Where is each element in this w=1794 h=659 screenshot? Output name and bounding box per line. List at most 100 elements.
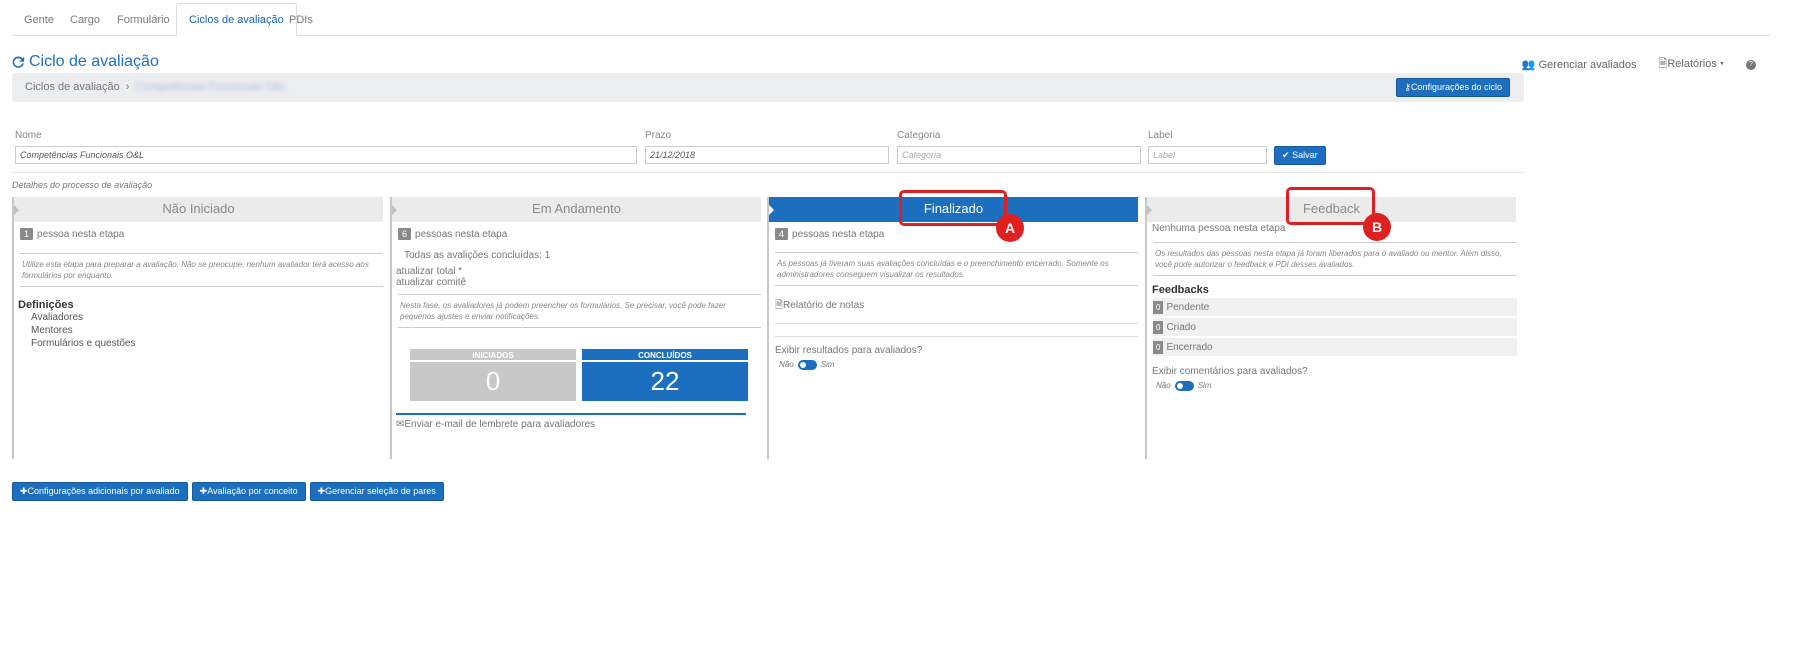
caret-down-icon: ▾ (1719, 58, 1724, 70)
toggle-no-label: Não (1156, 381, 1171, 391)
divider (12, 172, 1524, 173)
tab-pdis[interactable]: PDIs (277, 5, 325, 36)
stage-title: Em Andamento (532, 201, 621, 216)
count-badge: 6 (398, 228, 412, 240)
stage-count-row: 1 pessoa nesta etapa (20, 228, 383, 240)
categoria-label: Categoria (897, 130, 941, 141)
count-badge: 4 (775, 228, 789, 240)
feedback-row-criado[interactable]: 0 Criado (1153, 318, 1517, 336)
reports-dropdown[interactable]: 🗎Relatórios ▾ (1658, 55, 1724, 74)
definition-avaliadores[interactable]: Avaliadores (31, 311, 383, 324)
nome-label: Nome (15, 130, 42, 141)
nome-input[interactable] (15, 146, 637, 164)
toggle-yes-label: Sim (820, 360, 835, 370)
feedback-count: 0 (1153, 300, 1164, 314)
file-icon: 🗎 (775, 300, 784, 311)
check-icon: ✔ (1282, 150, 1290, 160)
label-label: Label (1148, 130, 1173, 141)
tab-cargo[interactable]: Cargo (58, 5, 112, 36)
feedback-count: 0 (1153, 340, 1164, 354)
users-icon: 👥 (1521, 59, 1536, 71)
tab-formulario[interactable]: Formulário (105, 5, 182, 36)
prazo-label: Prazo (645, 130, 672, 141)
count-text: pessoas nesta etapa (415, 228, 508, 240)
breadcrumb-bar: Ciclos de avaliação › Competências Funci… (12, 73, 1524, 102)
button-label: Avaliação por conceito (207, 486, 298, 496)
categoria-input[interactable] (897, 146, 1141, 164)
top-tabs: Gente Cargo Formulário Ciclos de avaliaç… (12, 3, 1770, 36)
save-label: Salvar (1292, 150, 1318, 160)
started-value: 0 (485, 366, 501, 396)
stage-count-row: 6 pessoas nesta etapa (398, 228, 761, 240)
button-label: Gerenciar seleção de pares (325, 486, 436, 496)
show-comments-label: Exibir comentários para avaliados? (1152, 366, 1308, 377)
prazo-input[interactable] (645, 146, 889, 164)
stage-header-em-andamento[interactable]: Em Andamento (392, 197, 761, 222)
manage-evaluated-button[interactable]: 👥 Gerenciar avaliados (1522, 58, 1637, 71)
manage-evaluated-label: Gerenciar avaliados (1538, 59, 1637, 71)
label-input[interactable] (1148, 146, 1267, 164)
stage-nao-iniciado: Não Iniciado 1 pessoa nesta etapa Utiliz… (12, 197, 383, 459)
feedback-row-encerrado[interactable]: 0 Encerrado (1153, 338, 1517, 356)
annotation-marker-a: A (996, 214, 1024, 242)
toggle-yes-label: Sim (1197, 381, 1212, 391)
done-label: CONCLUÍDOS (582, 349, 748, 362)
refresh-icon (12, 56, 25, 68)
done-stat: CONCLUÍDOS 22 (582, 349, 748, 401)
count-text: pessoa nesta etapa (37, 228, 125, 240)
page-title: Ciclo de avaliação (12, 53, 159, 71)
show-comments-toggle[interactable] (1174, 381, 1194, 391)
started-stat: INICIADOS 0 (410, 349, 576, 401)
reports-label: Relatórios (1667, 58, 1717, 70)
started-label: INICIADOS (410, 349, 576, 362)
divider (396, 413, 746, 415)
definition-mentores[interactable]: Mentores (31, 324, 383, 337)
show-results-label: Exibir resultados para avaliados? (775, 336, 1138, 356)
stage-count-row: 4 pessoas nesta etapa (775, 228, 1138, 240)
stage-header-nao-iniciado[interactable]: Não Iniciado (14, 197, 383, 222)
annotation-box-b (1286, 187, 1375, 225)
concept-evaluation-button[interactable]: ✚Avaliação por conceito (191, 482, 306, 501)
count-text: pessoas nesta etapa (792, 228, 885, 240)
show-results-toggle[interactable] (797, 360, 817, 370)
stage-feedback: Feedback Nenhuma pessoa nesta etapa Os r… (1145, 197, 1517, 459)
stage-help: As pessoas já tiveram suas avaliações co… (775, 252, 1138, 286)
file-icon: 🗎 (1658, 58, 1668, 70)
feedback-count: 0 (1153, 320, 1164, 334)
breadcrumb: Ciclos de avaliação › Competências Funci… (25, 81, 287, 93)
stage-help: Os resultados das pessoas nesta etapa já… (1153, 242, 1516, 276)
details-label: Detalhes do processo de avaliação (12, 180, 153, 190)
done-value: 22 (650, 366, 680, 396)
feedback-label: Encerrado (1166, 341, 1213, 353)
update-committee-link[interactable]: atualizar comitê (396, 277, 761, 288)
bottom-actions: ✚Configurações adicionais por avaliado ✚… (12, 482, 444, 501)
page-title-text: Ciclo de avaliação (29, 53, 159, 70)
update-total-link[interactable]: atualizar total * (396, 266, 761, 277)
send-reminder-link[interactable]: ✉Enviar e-mail de lembrete para avaliado… (396, 419, 595, 430)
show-results-toggle-row: Não Sim (779, 360, 1138, 370)
feedback-label: Criado (1166, 321, 1196, 333)
key-icon: ⚷ (1404, 82, 1411, 92)
feedback-row-pendente[interactable]: 0 Pendente (1153, 298, 1517, 316)
manage-peers-button[interactable]: ✚Gerenciar seleção de pares (309, 482, 444, 501)
save-button[interactable]: ✔ Salvar (1274, 146, 1326, 165)
annotation-box-a (899, 190, 1007, 226)
count-badge: 1 (20, 228, 34, 240)
additional-settings-button[interactable]: ✚Configurações adicionais por avaliado (12, 482, 188, 501)
stage-help: Nesta fase, os avaliadores já podem pree… (398, 294, 761, 328)
send-reminder-label: Enviar e-mail de lembrete para avaliador… (404, 419, 596, 430)
grades-report-link[interactable]: 🗎Relatório de notas (775, 298, 1138, 324)
chevron-right-icon: › (125, 81, 130, 93)
definition-formularios[interactable]: Formulários e questões (31, 337, 383, 350)
stage-finalizado: Finalizado 4 pessoas nesta etapa As pess… (767, 197, 1138, 459)
show-comments-toggle-row: Não Sim (1156, 381, 1516, 391)
cycle-settings-label: Configurações do ciclo (1410, 82, 1502, 92)
cycle-settings-button[interactable]: ⚷Configurações do ciclo (1396, 78, 1510, 97)
breadcrumb-root[interactable]: Ciclos de avaliação (25, 81, 120, 93)
top-actions: 👥 Gerenciar avaliados 🗎Relatórios ▾ ? (1522, 55, 1756, 74)
stage-help: Utilize esta etapa para preparar a avali… (20, 253, 383, 287)
toggle-no-label: Não (779, 360, 794, 370)
button-label: Configurações adicionais por avaliado (27, 486, 180, 496)
help-icon[interactable]: ? (1746, 59, 1756, 70)
stage-title: Não Iniciado (162, 201, 235, 216)
